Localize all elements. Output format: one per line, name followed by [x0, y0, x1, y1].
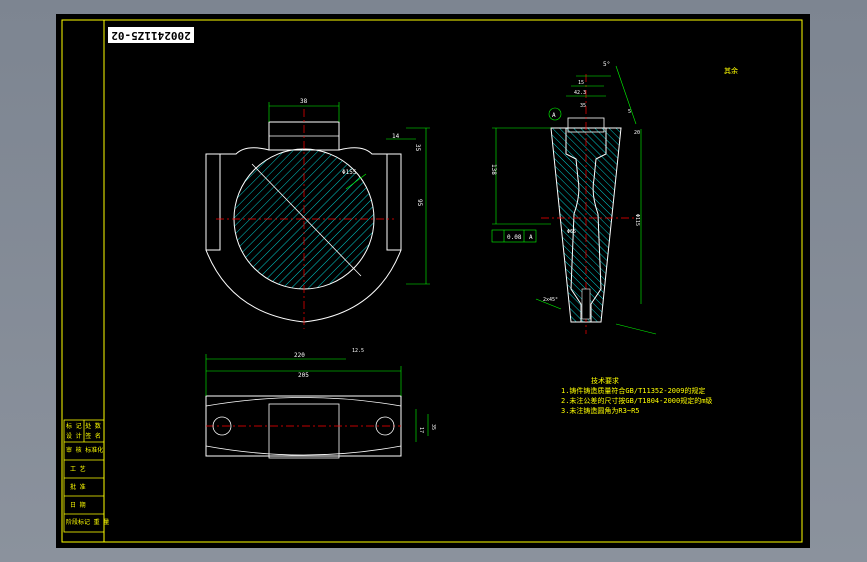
dim-section-5: 5 — [628, 109, 631, 115]
dim-section-height: 138 — [490, 164, 497, 175]
title-block-row: 设 计 签 名 — [66, 433, 101, 440]
dim-top-width: 38 — [300, 98, 308, 105]
dim-bottom-205: 205 — [298, 372, 309, 379]
dim-top-14: 14 — [392, 133, 400, 140]
dim-section-35: 35 — [580, 103, 586, 109]
outer-border — [61, 19, 803, 543]
dim-section-20: 20 — [634, 130, 640, 136]
dim-top-diameter: Φ155 — [342, 169, 357, 176]
tech-note-item: 1.铸件铸造质量符合GB/T11352-2009的规定 — [561, 387, 706, 395]
section-view — [491, 65, 657, 335]
drawing-sheet: 38 14 35 95 Φ155 5° 15 42.3 35 138 0.08 … — [56, 14, 810, 548]
title-block-row: 批 准 — [70, 484, 86, 491]
title-block-row: 审 核 标准化 — [66, 447, 104, 454]
dim-bottom-roughness: 12.5 — [352, 348, 364, 354]
gdt-datum: A — [529, 234, 533, 241]
title-block-row: 工 艺 — [70, 466, 86, 473]
cad-viewport[interactable]: 38 14 35 95 Φ155 5° 15 42.3 35 138 0.08 … — [0, 0, 867, 562]
dim-bottom-220: 220 — [294, 352, 305, 359]
tech-note-item: 3.未注铸造圆角为R3~R5 — [561, 407, 640, 415]
title-block-row: 日 期 — [70, 502, 86, 509]
drawing-canvas: 38 14 35 95 Φ155 5° 15 42.3 35 138 0.08 … — [61, 19, 803, 543]
dim-section-15: 15 — [578, 80, 584, 86]
dim-section-65: Φ65 — [567, 229, 576, 235]
dim-bottom-35: 35 — [430, 424, 436, 430]
tech-notes-heading: 技术要求 — [591, 377, 619, 385]
dim-section-423: 42.3 — [574, 90, 586, 96]
dim-chamfer: 2x45° — [543, 297, 558, 303]
part-number-stamp: 2002411Z5-02 — [108, 27, 194, 43]
datum-marker: A — [552, 112, 556, 119]
roughness-note: 其余 — [724, 67, 738, 75]
title-block-row: 标 记 处 数 — [66, 423, 101, 430]
dim-section-angle: 5° — [603, 61, 610, 68]
dim-section-115: Φ115 — [634, 214, 640, 226]
bottom-view — [205, 354, 429, 459]
title-block-row: 阶段标记 重 量 — [66, 519, 110, 526]
tech-note-item: 2.未注公差的尺寸按GB/T1804-2000规定的m级 — [561, 397, 713, 405]
technical-requirements: 技术要求 1.铸件铸造质量符合GB/T11352-2009的规定 2.未注公差的… — [561, 376, 712, 416]
dim-bottom-17: 17 — [418, 427, 424, 433]
gdt-tolerance: 0.08 — [507, 234, 522, 241]
dim-top-35: 35 — [414, 144, 421, 152]
dim-top-95: 95 — [416, 199, 423, 207]
